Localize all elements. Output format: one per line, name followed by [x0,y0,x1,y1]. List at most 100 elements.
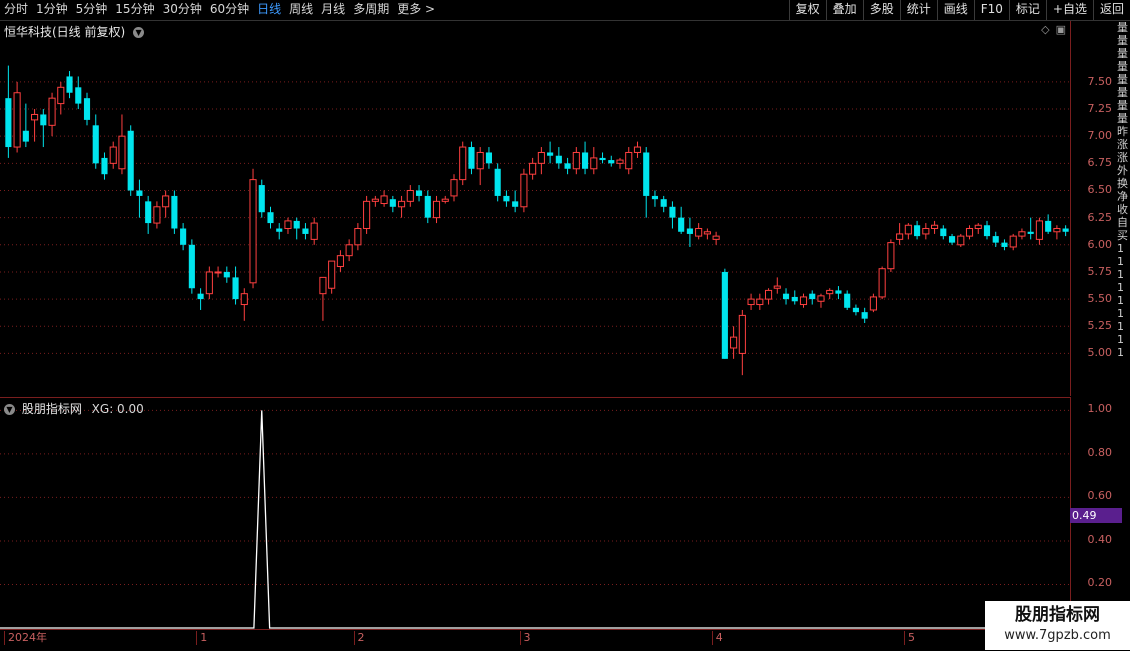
candle[interactable] [1027,217,1034,240]
candle[interactable] [572,147,580,175]
candle[interactable] [118,114,126,175]
candle[interactable] [764,288,773,305]
candle[interactable] [529,157,537,180]
maximize-icon[interactable]: ▣ [1056,24,1066,36]
candle[interactable] [1045,214,1052,234]
candle[interactable] [258,179,265,218]
tab-timeframe-8[interactable]: 月线 [317,0,349,20]
candle[interactable] [983,220,991,240]
candle[interactable] [476,147,484,186]
candle[interactable] [1009,233,1017,251]
candle[interactable] [109,141,117,169]
candle[interactable] [441,195,449,204]
candle[interactable] [599,152,606,164]
candle[interactable] [494,163,501,202]
tool-button-7[interactable]: +自选 [1045,0,1093,20]
candle[interactable] [887,239,895,272]
candle[interactable] [232,266,239,305]
candle[interactable] [633,141,642,158]
candle[interactable] [756,293,764,310]
candle[interactable] [363,195,371,234]
kline-panel[interactable]: 恒华科技(日线 前复权) ▼ ◇ ▣ [0,21,1070,396]
candle[interactable] [512,190,519,213]
tool-button-5[interactable]: F10 [973,0,1009,20]
tool-button-4[interactable]: 画线 [936,0,974,20]
candle[interactable] [965,225,974,240]
candle[interactable] [555,147,562,169]
candle[interactable] [188,239,195,294]
candle[interactable] [83,92,91,126]
candle[interactable] [302,223,309,240]
candle[interactable] [835,286,842,300]
candle[interactable] [380,190,388,207]
candle[interactable] [738,309,746,376]
candle[interactable] [869,293,877,313]
candle[interactable] [712,231,720,245]
candle[interactable] [581,141,589,175]
candle[interactable] [31,109,39,142]
tool-button-1[interactable]: 叠加 [825,0,863,20]
candle[interactable] [520,168,528,213]
candle[interactable] [180,223,187,251]
candle[interactable] [747,293,755,310]
candle[interactable] [22,103,29,148]
candle[interactable] [205,266,213,300]
candle[interactable] [503,190,510,207]
candle[interactable] [214,266,222,278]
candle[interactable] [957,233,965,247]
candle[interactable] [459,141,467,186]
candle[interactable] [432,195,441,224]
candle[interactable] [293,217,300,240]
candle[interactable] [695,223,703,240]
candle[interactable] [791,290,798,305]
indicator-panel[interactable]: ▼ 股朋指标网 XG: 0.00 [0,397,1070,630]
tab-timeframe-7[interactable]: 周线 [285,0,317,20]
candle[interactable] [914,220,921,240]
candle[interactable] [101,152,108,180]
candle[interactable] [406,185,414,207]
tool-button-6[interactable]: 标记 [1008,0,1046,20]
tab-timeframe-9[interactable]: 多周期 [349,0,393,20]
candle[interactable] [686,217,693,247]
candle[interactable] [896,223,904,245]
candle[interactable] [240,288,248,321]
candle[interactable] [57,81,65,115]
candle[interactable] [721,268,728,359]
candle[interactable] [608,155,615,167]
candle[interactable] [197,288,204,310]
candle[interactable] [931,220,939,234]
candle[interactable] [904,223,912,240]
candle[interactable] [678,206,685,234]
tool-button-2[interactable]: 多股 [862,0,900,20]
candle[interactable] [1053,225,1061,240]
candle[interactable] [651,190,659,207]
candle[interactable] [590,147,598,175]
candle[interactable] [660,195,667,213]
candle[interactable] [13,81,21,153]
candle[interactable] [948,233,956,245]
candle[interactable] [1018,228,1026,240]
candle[interactable] [249,168,257,289]
candle[interactable] [809,290,816,305]
candle[interactable] [616,157,624,169]
candle[interactable] [145,195,152,234]
candle[interactable] [328,260,336,294]
candle[interactable] [643,147,650,218]
candle[interactable] [625,147,633,175]
tab-timeframe-4[interactable]: 30分钟 [159,0,206,20]
candle[interactable] [371,195,379,207]
candle[interactable] [1001,239,1008,251]
candle[interactable] [844,290,851,310]
candle[interactable] [75,76,82,110]
tool-button-0[interactable]: 复权 [788,0,826,20]
candle[interactable] [153,201,161,229]
candle[interactable] [389,195,396,213]
candle[interactable] [537,147,545,175]
candle[interactable] [48,92,56,137]
candle[interactable] [852,304,859,316]
tab-timeframe-10[interactable]: 更多 > [393,0,439,20]
candle[interactable] [974,223,982,234]
chevron-down-icon[interactable]: ▼ [133,27,145,38]
tab-timeframe-2[interactable]: 5分钟 [72,0,112,20]
candle[interactable] [826,288,834,300]
